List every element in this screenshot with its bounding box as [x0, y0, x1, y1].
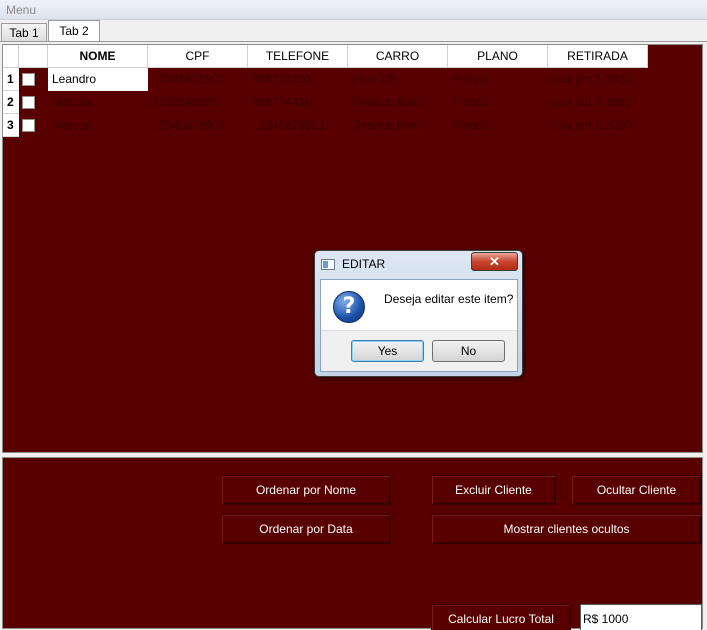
dialog-title: EDITAR	[342, 257, 386, 271]
delete-client-button[interactable]: Excluir Cliente	[431, 475, 556, 505]
question-icon: ?	[333, 291, 365, 323]
column-header-nome[interactable]: NOME	[48, 45, 148, 68]
cell-retirada[interactable]: qua jan 1 2020	[548, 91, 648, 114]
cell-nome[interactable]: Marcon	[48, 114, 148, 137]
cell-nome[interactable]: Leandro	[48, 68, 148, 91]
cell-retirada[interactable]: qua jan 1 2020	[548, 68, 648, 91]
close-icon[interactable]: ✕	[471, 252, 518, 271]
table-corner	[3, 45, 19, 68]
cell-telefone[interactable]: 12345678901	[248, 114, 348, 137]
cell-retirada[interactable]: qua jan 1 2020	[548, 114, 648, 137]
row-checkbox-cell	[19, 91, 48, 114]
dialog-message: Deseja editar este item?	[384, 292, 514, 306]
column-header-plano[interactable]: PLANO	[448, 45, 548, 68]
actions-area: Ordenar por Nome Excluir Cliente Ocultar…	[2, 457, 703, 630]
menu-item[interactable]: Menu	[6, 3, 36, 17]
row-checkbox-cell	[19, 68, 48, 91]
row-checkbox[interactable]	[22, 96, 35, 109]
dialog-footer: Yes No	[321, 330, 517, 371]
no-button[interactable]: No	[432, 340, 505, 362]
row-number[interactable]: 1	[3, 68, 19, 91]
sort-by-date-button[interactable]: Ordenar por Data	[221, 514, 391, 544]
checkbox-column-header	[19, 45, 48, 68]
total-profit-field[interactable]: R$ 1000	[580, 604, 702, 630]
calculate-total-profit-button[interactable]: Calcular Lucro Total	[431, 604, 571, 630]
cell-cpf[interactable]: 12345678901	[148, 68, 248, 91]
cell-telefone[interactable]: 988371201	[248, 68, 348, 91]
cell-carro[interactable]: Renault Kwid	[348, 114, 448, 137]
cell-carro[interactable]: Polo TSI	[348, 68, 448, 91]
cell-cpf[interactable]: 12345678902	[148, 114, 248, 137]
cell-nome[interactable]: Marcos	[48, 91, 148, 114]
cell-plano[interactable]: Plano1	[448, 68, 548, 91]
cell-carro[interactable]: Renault Kwid	[348, 91, 448, 114]
tab-bar: Tab 1 Tab 2	[0, 20, 707, 42]
column-header-carro[interactable]: CARRO	[348, 45, 448, 68]
tab-1[interactable]: Tab 1	[1, 23, 47, 42]
column-header-cpf[interactable]: CPF	[148, 45, 248, 68]
row-checkbox[interactable]	[22, 119, 35, 132]
client-table: NOME CPF TELEFONE CARRO PLANO RETIRADA 1…	[2, 44, 703, 453]
cell-telefone[interactable]: 988774410	[248, 91, 348, 114]
column-header-telefone[interactable]: TELEFONE	[248, 45, 348, 68]
hide-client-button[interactable]: Ocultar Cliente	[571, 475, 702, 505]
row-checkbox-cell	[19, 114, 48, 137]
row-checkbox[interactable]	[22, 73, 35, 86]
row-number[interactable]: 2	[3, 91, 19, 114]
cell-plano[interactable]: Plano2	[448, 114, 548, 137]
dialog-body: ? Deseja editar este item? Yes No	[320, 279, 518, 372]
sort-by-name-button[interactable]: Ordenar por Nome	[221, 475, 391, 505]
tab-2[interactable]: Tab 2	[48, 20, 100, 42]
cell-plano[interactable]: Plano2	[448, 91, 548, 114]
cell-cpf[interactable]: 3216549870	[148, 91, 248, 114]
app-window-icon	[321, 259, 335, 270]
edit-dialog: EDITAR ✕ ? Deseja editar este item? Yes …	[314, 250, 523, 377]
show-hidden-clients-button[interactable]: Mostrar clientes ocultos	[431, 514, 702, 544]
row-number[interactable]: 3	[3, 114, 19, 137]
column-header-retirada[interactable]: RETIRADA	[548, 45, 648, 68]
yes-button[interactable]: Yes	[351, 340, 424, 362]
menu-bar: Menu	[0, 0, 707, 20]
